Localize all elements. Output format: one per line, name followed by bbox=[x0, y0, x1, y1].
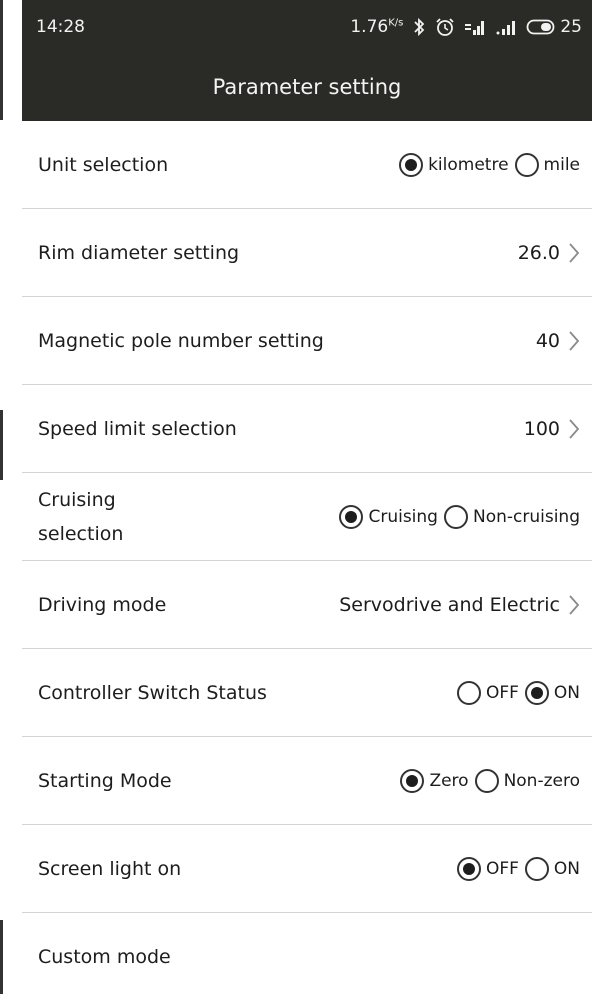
chevron-right-icon[interactable] bbox=[568, 417, 580, 441]
unit-selection-label: Unit selection bbox=[38, 153, 169, 176]
network-speed-unit: K/s bbox=[388, 17, 404, 29]
controller-off-radio[interactable] bbox=[456, 680, 481, 705]
app-bar: Parameter setting bbox=[22, 53, 592, 121]
chevron-right-icon[interactable] bbox=[568, 593, 580, 617]
screen-light-label: Screen light on bbox=[38, 857, 182, 880]
bluetooth-icon bbox=[412, 17, 426, 37]
driving-mode-label: Driving mode bbox=[38, 593, 167, 616]
screen-light-radio-group: OFF ON bbox=[451, 856, 580, 881]
left-edge-strip bbox=[0, 0, 22, 994]
controller-radio-group: OFF ON bbox=[451, 680, 580, 705]
screen-light-option-off[interactable]: OFF bbox=[456, 856, 519, 881]
driving-mode-value: Servodrive and Electric bbox=[339, 593, 560, 616]
unit-selection-row: Unit selection kilometre mile bbox=[22, 121, 592, 209]
controller-switch-row: Controller Switch Status OFF ON bbox=[22, 649, 592, 737]
cruising-label: Cruising selection bbox=[38, 483, 123, 551]
unit-option-kilometre[interactable]: kilometre bbox=[399, 152, 509, 177]
rim-diameter-row[interactable]: Rim diameter setting 26.0 bbox=[22, 209, 592, 297]
phone-screen: 14:28 1.76K/s 25 Parameter setting Unit … bbox=[22, 0, 592, 1001]
screen-light-on-radio[interactable] bbox=[524, 856, 549, 881]
status-icons: 1.76K/s 25 bbox=[350, 17, 582, 37]
controller-option-off[interactable]: OFF bbox=[456, 680, 519, 705]
starting-non-zero-radio[interactable] bbox=[474, 768, 499, 793]
chevron-right-icon[interactable] bbox=[568, 329, 580, 353]
unit-radio-group: kilometre mile bbox=[393, 152, 580, 177]
screen-light-on-label: ON bbox=[553, 858, 580, 879]
cruising-label-line2: selection bbox=[38, 522, 124, 545]
non-cruising-radio[interactable] bbox=[443, 504, 468, 529]
battery-level: 25 bbox=[560, 17, 582, 37]
controller-on-radio[interactable] bbox=[524, 680, 549, 705]
starting-zero-label: Zero bbox=[429, 770, 469, 791]
starting-mode-label: Starting Mode bbox=[38, 769, 172, 792]
speed-limit-row[interactable]: Speed limit selection 100 bbox=[22, 385, 592, 473]
edge-mark bbox=[0, 410, 3, 480]
speed-limit-value: 100 bbox=[523, 417, 560, 440]
starting-option-zero[interactable]: Zero bbox=[400, 768, 469, 793]
unit-mile-radio[interactable] bbox=[514, 152, 539, 177]
controller-option-on[interactable]: ON bbox=[524, 680, 580, 705]
cruising-label-line1: Cruising bbox=[38, 488, 116, 511]
controller-off-label: OFF bbox=[485, 682, 519, 703]
unit-mile-label: mile bbox=[543, 154, 580, 175]
starting-mode-row: Starting Mode Zero Non-zero bbox=[22, 737, 592, 825]
non-cruising-option-label: Non-cruising bbox=[472, 506, 580, 527]
battery-indicator: 25 bbox=[526, 17, 582, 37]
starting-zero-radio[interactable] bbox=[400, 768, 425, 793]
cruise-option-non-cruising[interactable]: Non-cruising bbox=[443, 504, 580, 529]
edge-mark bbox=[0, 0, 3, 120]
magnetic-pole-row[interactable]: Magnetic pole number setting 40 bbox=[22, 297, 592, 385]
unit-kilometre-radio[interactable] bbox=[399, 152, 424, 177]
chevron-right-icon[interactable] bbox=[568, 241, 580, 265]
driving-mode-row[interactable]: Driving mode Servodrive and Electric bbox=[22, 561, 592, 649]
network-speed: 1.76K/s bbox=[350, 17, 403, 37]
cruising-radio-group: Cruising Non-cruising bbox=[333, 504, 580, 529]
screen-light-row: Screen light on OFF ON bbox=[22, 825, 592, 913]
custom-mode-row[interactable]: Custom mode bbox=[22, 913, 592, 1001]
cruising-radio[interactable] bbox=[339, 504, 364, 529]
rim-diameter-value: 26.0 bbox=[517, 241, 560, 264]
page-title: Parameter setting bbox=[212, 75, 402, 99]
screen-light-option-on[interactable]: ON bbox=[524, 856, 580, 881]
battery-icon bbox=[526, 18, 556, 36]
signal-icon bbox=[495, 18, 517, 36]
screen-light-off-label: OFF bbox=[485, 858, 519, 879]
custom-mode-label: Custom mode bbox=[38, 946, 171, 968]
starting-radio-group: Zero Non-zero bbox=[394, 768, 580, 793]
starting-option-non-zero[interactable]: Non-zero bbox=[474, 768, 580, 793]
edge-mark bbox=[0, 920, 3, 994]
unit-kilometre-label: kilometre bbox=[428, 154, 509, 175]
cruising-row: Cruising selection Cruising Non-cruising bbox=[22, 473, 592, 561]
controller-switch-label: Controller Switch Status bbox=[38, 681, 267, 704]
unit-option-mile[interactable]: mile bbox=[514, 152, 580, 177]
status-time: 14:28 bbox=[36, 17, 85, 37]
signal-icon bbox=[464, 18, 486, 36]
screen-light-off-radio[interactable] bbox=[456, 856, 481, 881]
cruise-option-cruising[interactable]: Cruising bbox=[339, 504, 438, 529]
cruising-option-label: Cruising bbox=[368, 506, 438, 527]
magnetic-pole-value: 40 bbox=[535, 329, 560, 352]
alarm-icon bbox=[435, 17, 455, 37]
status-bar: 14:28 1.76K/s 25 bbox=[22, 0, 592, 54]
rim-diameter-label: Rim diameter setting bbox=[38, 241, 240, 264]
magnetic-pole-label: Magnetic pole number setting bbox=[38, 329, 324, 352]
speed-limit-label: Speed limit selection bbox=[38, 417, 237, 440]
network-speed-value: 1.76 bbox=[350, 17, 389, 37]
controller-on-label: ON bbox=[553, 682, 580, 703]
starting-non-zero-label: Non-zero bbox=[503, 770, 580, 791]
